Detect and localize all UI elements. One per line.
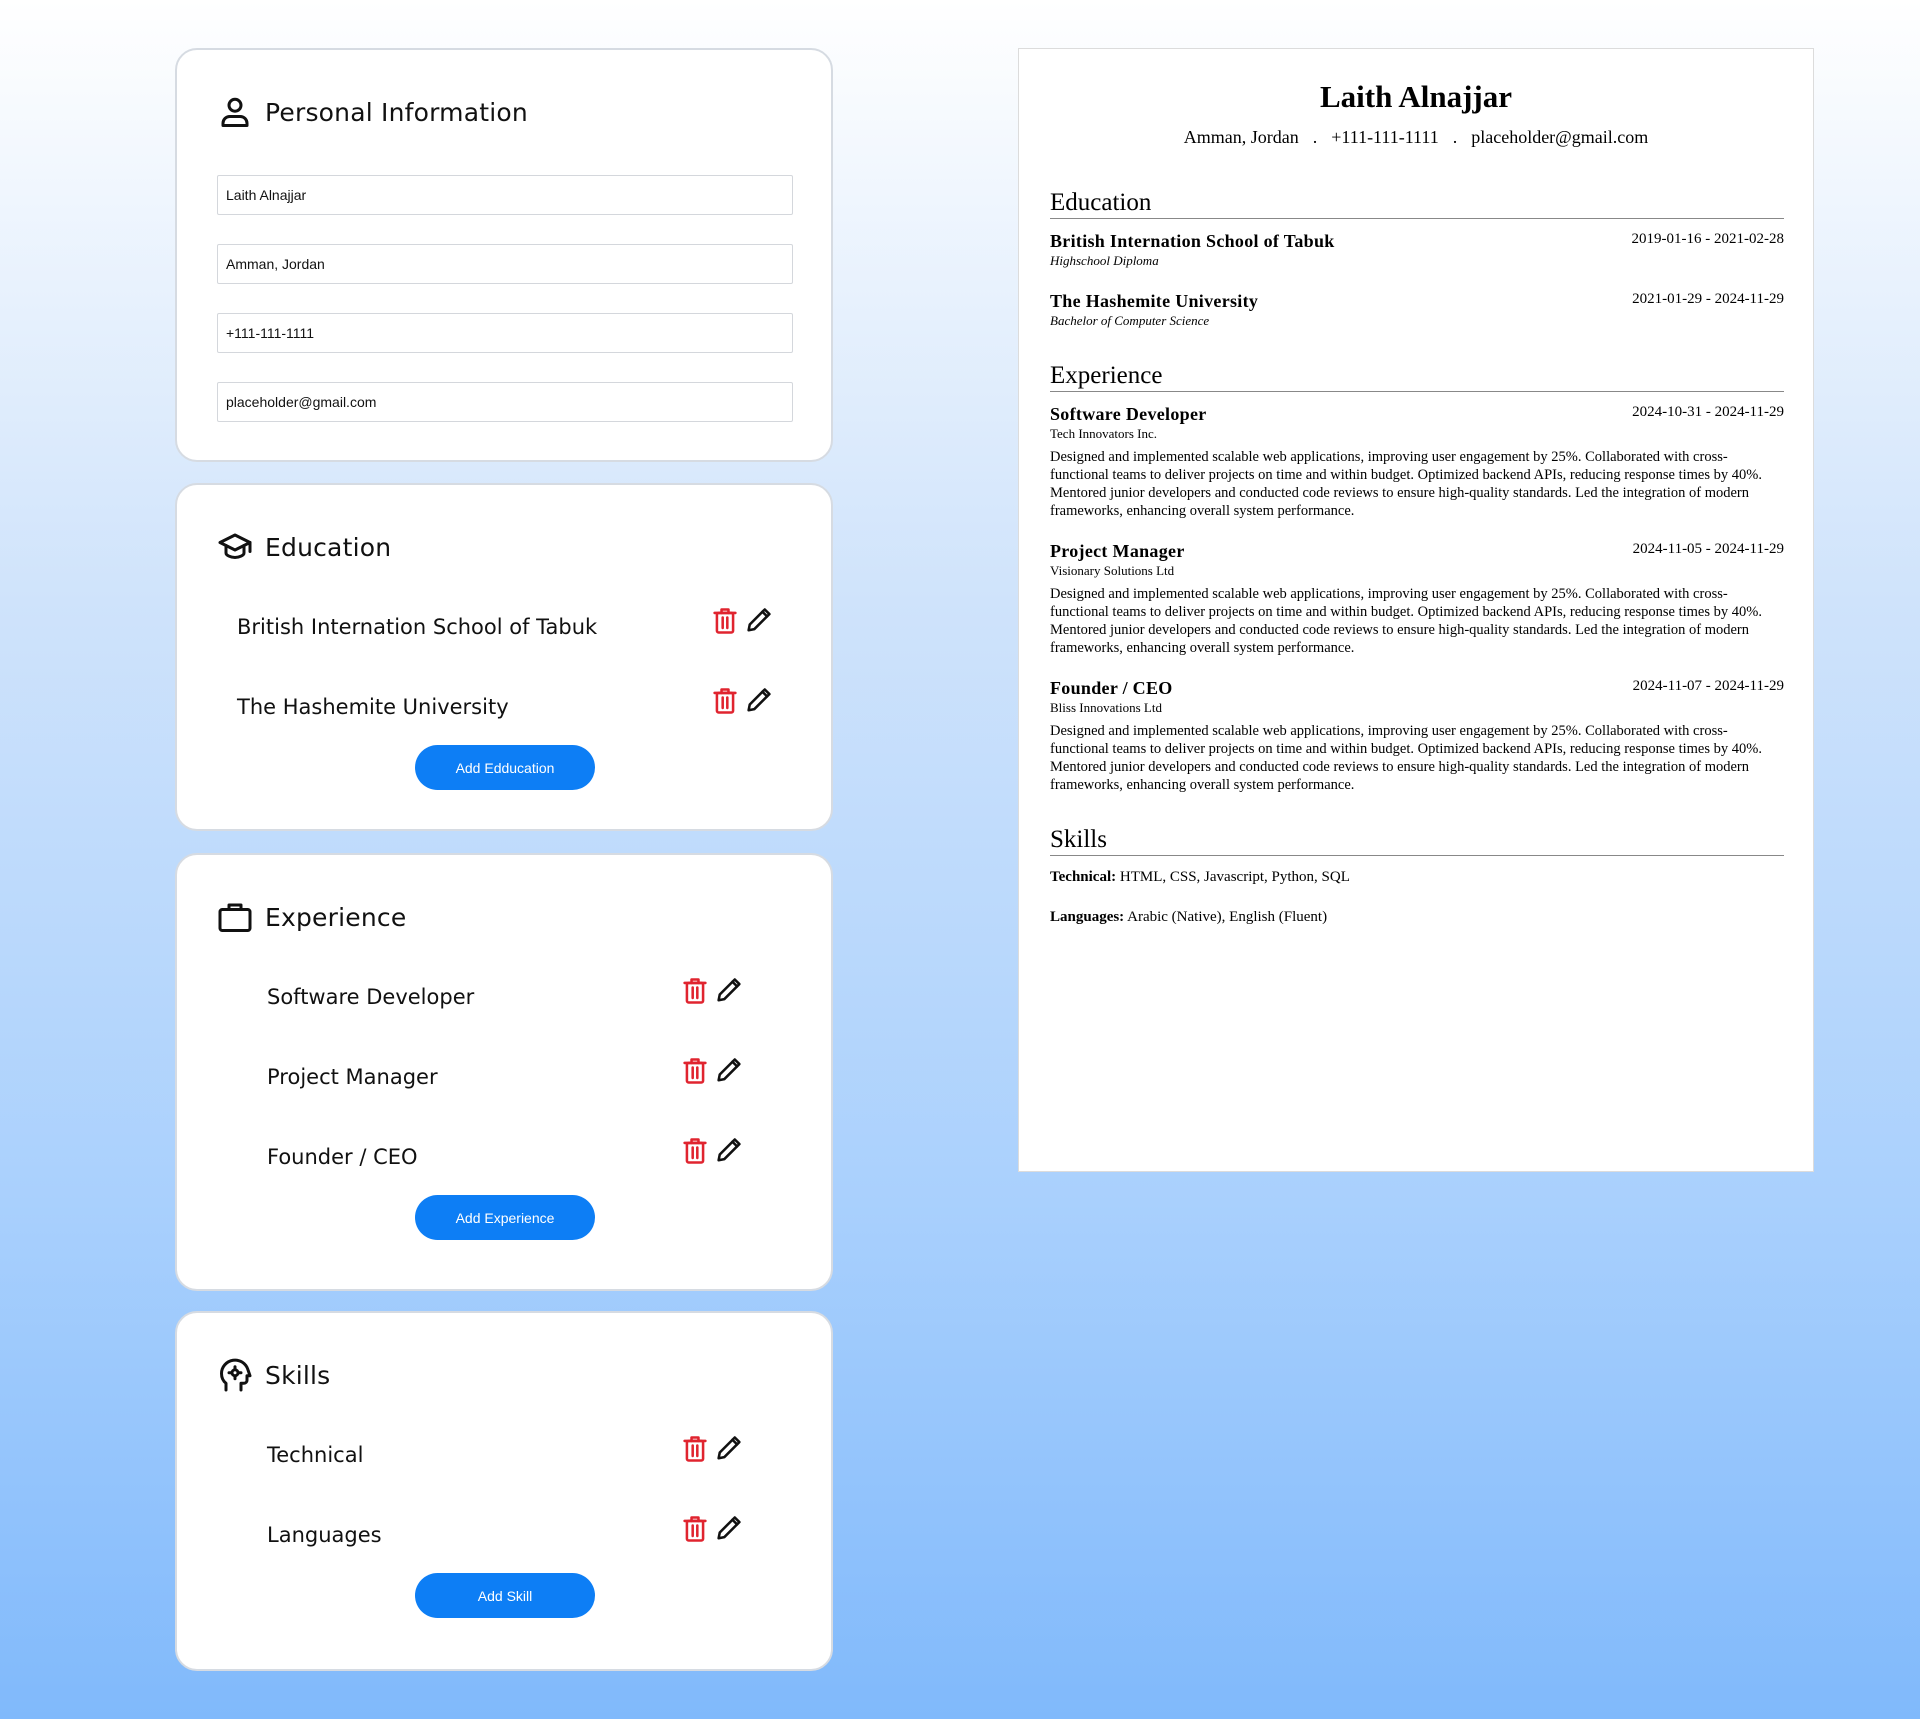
education-item-actions: [711, 606, 773, 636]
user-icon: [221, 97, 249, 127]
experience-item-label: Founder / CEO: [267, 1145, 418, 1169]
experience-item-actions: [681, 1136, 743, 1166]
pencil-icon[interactable]: [715, 1056, 743, 1086]
add-education-button[interactable]: Add Edducation: [415, 745, 595, 790]
trash-icon[interactable]: [681, 976, 709, 1006]
resume-email: placeholder@gmail.com: [1471, 127, 1649, 147]
resume-degree: Highschool Diploma: [1050, 253, 1159, 268]
head-gear-icon: [220, 1358, 252, 1392]
resume-experience-description: Designed and implemented scalable web ap…: [1050, 586, 1762, 656]
resume-skill-category: Languages:: [1050, 909, 1125, 925]
resume-experience-entry: Founder / CEO 2024-11-07 - 2024-11-29 Bl…: [1050, 678, 1784, 794]
resume-experience-entry: Project Manager 2024-11-05 - 2024-11-29 …: [1050, 541, 1784, 657]
trash-icon[interactable]: [681, 1514, 709, 1544]
trash-icon[interactable]: [681, 1136, 709, 1166]
skill-item: Languages: [267, 1515, 382, 1555]
experience-item: Project Manager: [267, 1057, 438, 1097]
pencil-icon[interactable]: [745, 606, 773, 636]
education-item-label: The Hashemite University: [237, 695, 509, 719]
skills-title: Skills: [265, 1360, 331, 1390]
trash-icon[interactable]: [711, 606, 739, 636]
education-item: The Hashemite University: [237, 687, 509, 727]
personal-information-card: Personal Information: [175, 48, 833, 462]
graduation-cap-icon: [218, 533, 252, 559]
resume-phone: +111-111-1111: [1331, 127, 1439, 147]
resume-contact: Amman, Jordan. +111-111-1111. placeholder@…: [1019, 127, 1813, 148]
experience-title: Experience: [265, 902, 407, 932]
resume-education-dates: 2019-01-16 - 2021-02-28: [1631, 231, 1784, 247]
resume-degree: Bachelor of Computer Science: [1050, 313, 1210, 328]
education-header: Education: [217, 527, 391, 567]
education-card: Education British Internation School of …: [175, 483, 833, 831]
contact-separator: .: [1452, 127, 1458, 147]
skill-item-actions: [681, 1434, 743, 1464]
experience-item: Founder / CEO: [267, 1137, 418, 1177]
skill-item: Technical: [267, 1435, 363, 1475]
contact-separator: .: [1312, 127, 1318, 147]
name-input[interactable]: [217, 175, 793, 215]
skills-header: Skills: [217, 1355, 330, 1395]
resume-experience-entry: Software Developer 2024-10-31 - 2024-11-…: [1050, 404, 1784, 520]
resume-skills-heading: Skills: [1050, 826, 1784, 856]
resume-experience-dates: 2024-10-31 - 2024-11-29: [1632, 404, 1784, 420]
resume-education-heading: Education: [1050, 189, 1784, 219]
education-item-actions: [711, 686, 773, 716]
resume-skill-line: Languages: Arabic (Native), English (Flu…: [1050, 909, 1327, 926]
resume-experience-description: Designed and implemented scalable web ap…: [1050, 449, 1762, 519]
pencil-icon[interactable]: [745, 686, 773, 716]
location-input[interactable]: [217, 244, 793, 284]
resume-company: Tech Innovators Inc.: [1050, 426, 1158, 441]
experience-header: Experience: [217, 897, 406, 937]
experience-item-label: Software Developer: [267, 985, 475, 1009]
resume-skill-value: HTML, CSS, Javascript, Python, SQL: [1119, 869, 1350, 885]
pencil-icon[interactable]: [715, 1514, 743, 1544]
experience-card: Experience Software Developer Project Ma…: [175, 853, 833, 1291]
resume-company: Visionary Solutions Ltd: [1050, 563, 1175, 578]
education-item-label: British Internation School of Tabuk: [237, 615, 598, 639]
pencil-icon[interactable]: [715, 976, 743, 1006]
resume-experience-dates: 2024-11-07 - 2024-11-29: [1632, 678, 1784, 694]
email-input[interactable]: [217, 382, 793, 422]
skill-item-actions: [681, 1514, 743, 1544]
resume-company: Bliss Innovations Ltd: [1050, 700, 1162, 715]
resume-preview: Laith Alnajjar Amman, Jordan. +111-111-11…: [1018, 48, 1814, 1172]
resume-experience-heading: Experience: [1050, 362, 1784, 392]
pencil-icon[interactable]: [715, 1434, 743, 1464]
resume-education-entry: British Internation School of Tabuk 2019…: [1050, 231, 1784, 269]
personal-information-title: Personal Information: [265, 97, 528, 127]
resume-education-entry: The Hashemite University 2021-01-29 - 20…: [1050, 291, 1784, 329]
add-skill-button[interactable]: Add Skill: [415, 1573, 595, 1618]
skill-item-label: Languages: [267, 1523, 382, 1547]
trash-icon[interactable]: [681, 1056, 709, 1086]
trash-icon[interactable]: [711, 686, 739, 716]
resume-skill-line: Technical: HTML, CSS, Javascript, Python…: [1050, 869, 1350, 886]
experience-item-actions: [681, 976, 743, 1006]
resume-name: Laith Alnajjar: [1319, 79, 1513, 114]
trash-icon[interactable]: [681, 1434, 709, 1464]
resume-skill-category: Technical:: [1050, 869, 1117, 885]
resume-skill-value: Arabic (Native), English (Fluent): [1127, 909, 1328, 925]
experience-item-actions: [681, 1056, 743, 1086]
personal-information-header: Personal Information: [217, 92, 528, 132]
skills-card: Skills Technical Languages Add Skill: [175, 1311, 833, 1671]
pencil-icon[interactable]: [715, 1136, 743, 1166]
add-experience-button[interactable]: Add Experience: [415, 1195, 595, 1240]
skill-item-label: Technical: [267, 1443, 364, 1467]
resume-location: Amman, Jordan: [1183, 127, 1299, 147]
resume-experience-dates: 2024-11-05 - 2024-11-29: [1632, 541, 1784, 557]
resume-experience-description: Designed and implemented scalable web ap…: [1050, 723, 1762, 793]
experience-item-label: Project Manager: [267, 1065, 438, 1089]
experience-item: Software Developer: [267, 977, 474, 1017]
phone-input[interactable]: [217, 313, 793, 353]
education-title: Education: [265, 532, 392, 562]
resume-education-dates: 2021-01-29 - 2024-11-29: [1632, 291, 1784, 307]
briefcase-icon: [218, 903, 252, 932]
education-item: British Internation School of Tabuk: [237, 607, 597, 647]
